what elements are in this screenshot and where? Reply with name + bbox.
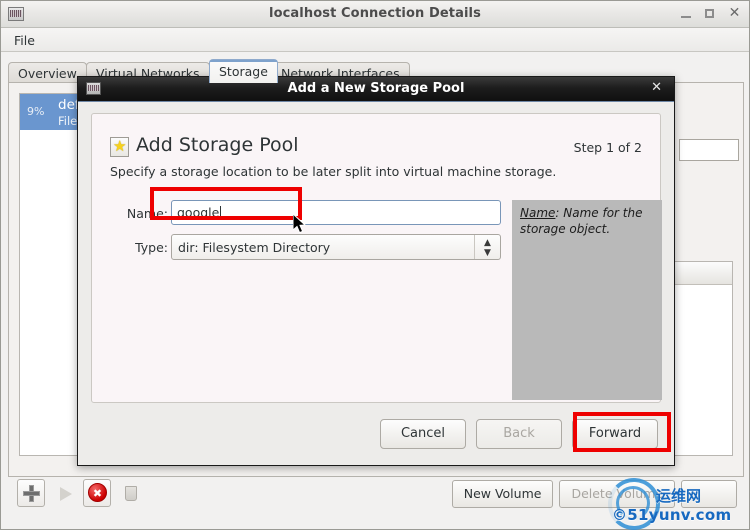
dialog-buttons: Cancel Back Forward <box>380 419 658 449</box>
type-label: Type: <box>135 240 168 255</box>
start-pool-button <box>50 479 78 507</box>
cancel-button[interactable]: Cancel <box>380 419 466 449</box>
add-pool-button[interactable] <box>17 479 45 507</box>
menu-item-file[interactable]: File <box>9 32 40 49</box>
dialog-content-panel: ★ Add Storage Pool Step 1 of 2 Specify a… <box>91 113 662 403</box>
chevron-updown-icon[interactable]: ▲ ▼ <box>474 235 500 259</box>
delete-pool-button <box>116 479 144 507</box>
forward-button[interactable]: Forward <box>572 419 658 449</box>
maximize-icon[interactable] <box>704 7 717 21</box>
wizard-subtitle: Specify a storage location to be later s… <box>110 164 557 179</box>
type-select-value: dir: Filesystem Directory <box>178 240 331 255</box>
minimize-icon[interactable] <box>680 7 693 21</box>
pool-usage-percent: 9% <box>27 105 45 118</box>
pool-detail-input[interactable] <box>679 139 739 161</box>
dialog-title: Add a New Storage Pool <box>287 81 465 96</box>
pool-toolbar <box>17 479 144 507</box>
volume-toolbar: New Volume Delete Volume <box>451 480 737 508</box>
tab-storage[interactable]: Storage <box>209 59 278 83</box>
help-panel: Name: Name for the storage object. <box>512 200 662 400</box>
name-input-value: google <box>177 205 220 220</box>
wizard-step-indicator: Step 1 of 2 <box>573 140 642 155</box>
window-title: localhost Connection Details <box>269 6 481 21</box>
wizard-heading: Add Storage Pool <box>136 134 299 156</box>
add-storage-pool-dialog: Add a New Storage Pool ✕ ★ Add Storage P… <box>77 76 675 466</box>
back-button: Back <box>476 419 562 449</box>
window-controls: ✕ <box>680 6 741 21</box>
extra-volume-button[interactable] <box>681 480 737 508</box>
close-icon[interactable]: ✕ <box>728 6 741 21</box>
help-term: Name <box>520 206 556 220</box>
delete-volume-button: Delete Volume <box>559 480 675 508</box>
stop-pool-button[interactable] <box>83 479 111 507</box>
dialog-close-icon[interactable]: ✕ <box>651 81 662 95</box>
dialog-titlebar: Add a New Storage Pool ✕ <box>78 77 674 102</box>
main-titlebar: localhost Connection Details ✕ <box>1 1 749 28</box>
text-caret <box>220 206 222 220</box>
new-document-star-icon: ★ <box>110 137 129 157</box>
tab-overview[interactable]: Overview <box>8 62 87 83</box>
type-select[interactable]: dir: Filesystem Directory ▲ ▼ <box>171 234 501 260</box>
new-volume-button[interactable]: New Volume <box>451 480 554 508</box>
name-label: Name: <box>126 206 168 221</box>
name-input[interactable]: google <box>171 200 501 225</box>
wizard-heading-row: ★ Add Storage Pool <box>110 134 299 157</box>
menubar: File <box>1 28 749 52</box>
